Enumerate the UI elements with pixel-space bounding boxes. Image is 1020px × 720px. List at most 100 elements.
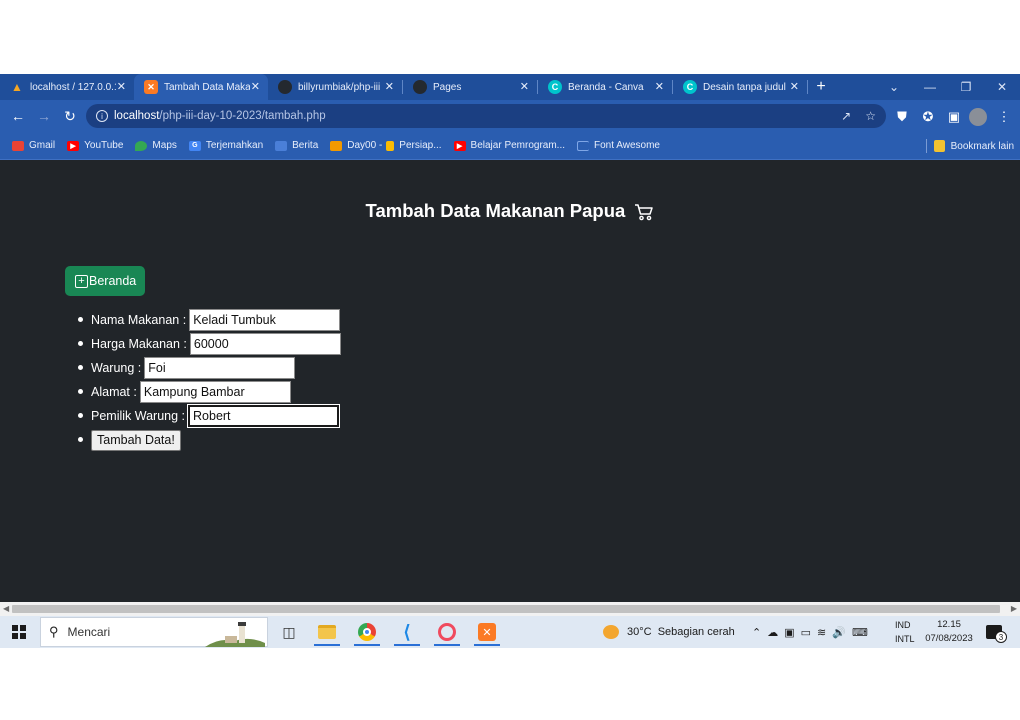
- address-bar[interactable]: i localhost/php-iii-day-10-2023/tambah.p…: [86, 104, 886, 128]
- bookmark-terjemahkan[interactable]: G Terjemahkan: [188, 140, 263, 151]
- gmail-icon: [12, 140, 24, 151]
- bookmark-youtube[interactable]: ▶ YouTube: [67, 140, 123, 151]
- close-icon[interactable]: ✕: [790, 80, 799, 93]
- bookmark-belajar[interactable]: ▶ Belajar Pemrogram...: [453, 140, 565, 151]
- youtube-icon: ▶: [453, 140, 466, 151]
- scrollbar-thumb[interactable]: [12, 605, 1000, 613]
- bookmarks-divider: [926, 139, 927, 153]
- folder-icon: [330, 140, 343, 151]
- tab-canva-desain[interactable]: C Desain tanpa judul ✕: [673, 74, 807, 100]
- scroll-left-icon[interactable]: ◀: [3, 604, 9, 613]
- taskbar-search[interactable]: ⚲ Mencari: [40, 617, 268, 647]
- other-bookmarks[interactable]: Bookmark lain: [933, 132, 1014, 160]
- bookmark-label: Gmail: [29, 140, 56, 151]
- windows-start-icon[interactable]: [12, 625, 26, 639]
- minimize-button[interactable]: —: [912, 74, 948, 100]
- close-icon[interactable]: ✕: [385, 80, 394, 93]
- wifi-icon[interactable]: ≋: [817, 626, 826, 639]
- bookmark-font-awesome[interactable]: Font Awesome: [577, 140, 660, 151]
- keyboard-icon[interactable]: ⌨: [852, 626, 868, 639]
- other-bookmarks-label: Bookmark lain: [950, 140, 1014, 152]
- news-icon: [275, 140, 288, 151]
- bookmark-maps[interactable]: Maps: [135, 140, 177, 151]
- bookmark-day00[interactable]: Day00 -: [330, 140, 382, 151]
- form-row-harga: Harga Makanan :: [78, 332, 341, 356]
- cart-icon: [635, 204, 654, 221]
- close-icon[interactable]: ✕: [655, 80, 664, 93]
- speaker-icon[interactable]: 🔊: [832, 626, 846, 639]
- weather-widget[interactable]: 30°C Sebagian cerah: [603, 616, 735, 648]
- restore-button[interactable]: ❐: [948, 74, 984, 100]
- plus-square-icon: +: [75, 274, 88, 288]
- system-tray: ⌃ ☁ ▣ ▭ ≋ 🔊 ⌨: [752, 616, 868, 648]
- battery-icon[interactable]: ▭: [801, 626, 811, 639]
- chevron-up-icon[interactable]: ⌃: [752, 626, 761, 639]
- tab-title: Desain tanpa judul: [703, 81, 786, 93]
- page-content: Tambah Data Makanan Papua + Beranda Nama…: [0, 160, 1020, 602]
- back-button[interactable]: ←: [6, 104, 30, 128]
- new-tab-button[interactable]: +: [808, 74, 834, 100]
- field-label: Warung :: [91, 361, 142, 375]
- tab-github-pages[interactable]: Pages ✕: [403, 74, 537, 100]
- field-label: Harga Makanan :: [91, 337, 187, 351]
- forward-button[interactable]: →: [32, 104, 56, 128]
- cloud-icon[interactable]: ☁: [767, 626, 778, 639]
- omnibox-actions: ↗ ☆: [841, 109, 876, 123]
- notification-center[interactable]: 3: [986, 616, 1007, 648]
- tab-title: Beranda - Canva: [568, 81, 644, 93]
- tab-tambah-data[interactable]: ✕ Tambah Data Makanan ✕: [134, 74, 268, 100]
- close-icon[interactable]: ✕: [117, 80, 126, 93]
- clock-time: 12.15: [937, 619, 961, 630]
- form-row-alamat: Alamat :: [78, 380, 341, 404]
- github-icon: [413, 80, 427, 94]
- submit-button[interactable]: Tambah Data!: [91, 429, 181, 451]
- scroll-right-icon[interactable]: ▶: [1011, 604, 1017, 613]
- bookmark-label: Maps: [152, 140, 177, 151]
- form-row-submit: Tambah Data!: [78, 428, 341, 452]
- horizontal-scrollbar[interactable]: ◀ ▶: [0, 602, 1020, 616]
- tab-search-icon[interactable]: ⌄: [876, 74, 912, 100]
- shield-icon[interactable]: ⛊: [892, 107, 912, 127]
- task-view-icon[interactable]: ◫: [272, 618, 306, 646]
- sidepanel-icon[interactable]: ▣: [944, 107, 964, 127]
- opera-icon[interactable]: [430, 618, 464, 646]
- bookmark-persiap[interactable]: Persiap...: [386, 140, 442, 151]
- camera-icon[interactable]: ▣: [784, 626, 794, 639]
- nama-makanan-input[interactable]: [189, 309, 341, 331]
- home-button[interactable]: + Beranda: [65, 266, 145, 296]
- clock[interactable]: 12.15 07/08/2023: [922, 616, 976, 648]
- weather-text: 30°C Sebagian cerah: [627, 626, 735, 638]
- bookmark-berita[interactable]: Berita: [275, 140, 318, 151]
- tab-github-repo[interactable]: billyrumbiak/php-iii ✕: [268, 74, 402, 100]
- harga-makanan-input[interactable]: [189, 333, 341, 355]
- reload-button[interactable]: ↻: [58, 104, 82, 128]
- tab-title: billyrumbiak/php-iii: [298, 81, 381, 93]
- file-explorer-icon[interactable]: [310, 618, 344, 646]
- warung-input[interactable]: [144, 357, 296, 379]
- site-info-icon[interactable]: i: [96, 110, 108, 122]
- menu-icon[interactable]: ⋮: [994, 107, 1014, 127]
- close-icon[interactable]: ✕: [251, 80, 260, 93]
- url-host: localhost: [114, 110, 160, 122]
- close-icon[interactable]: ✕: [520, 80, 529, 93]
- taskbar: ⚲ Mencari ◫ ⟨ ✕ 30°C Sebagian cerah ⌃ ☁ …: [0, 616, 1020, 648]
- star-icon[interactable]: ☆: [865, 109, 876, 123]
- tab-canva-beranda[interactable]: C Beranda - Canva ✕: [538, 74, 672, 100]
- tab-strip: ▲ localhost / 127.0.0.1 ✕ ✕ Tambah Data …: [0, 74, 1020, 100]
- search-icon: ⚲: [49, 624, 59, 639]
- xampp-icon: ✕: [144, 80, 158, 94]
- avatar[interactable]: [968, 107, 988, 127]
- extensions-icon[interactable]: ✪: [918, 107, 938, 127]
- vscode-icon[interactable]: ⟨: [390, 618, 424, 646]
- field-label: Alamat :: [91, 385, 137, 399]
- translate-icon: G: [188, 140, 201, 151]
- alamat-input[interactable]: [139, 381, 291, 403]
- tab-phpmyadmin[interactable]: ▲ localhost / 127.0.0.1 ✕: [0, 74, 134, 100]
- pemilik-warung-input[interactable]: [188, 405, 340, 427]
- bookmark-gmail[interactable]: Gmail: [12, 140, 55, 151]
- language-indicator[interactable]: IND INTL: [895, 616, 915, 648]
- close-window-button[interactable]: ✕: [984, 74, 1020, 100]
- chrome-icon[interactable]: [350, 618, 384, 646]
- share-icon[interactable]: ↗: [841, 109, 851, 123]
- xampp-icon[interactable]: ✕: [470, 618, 504, 646]
